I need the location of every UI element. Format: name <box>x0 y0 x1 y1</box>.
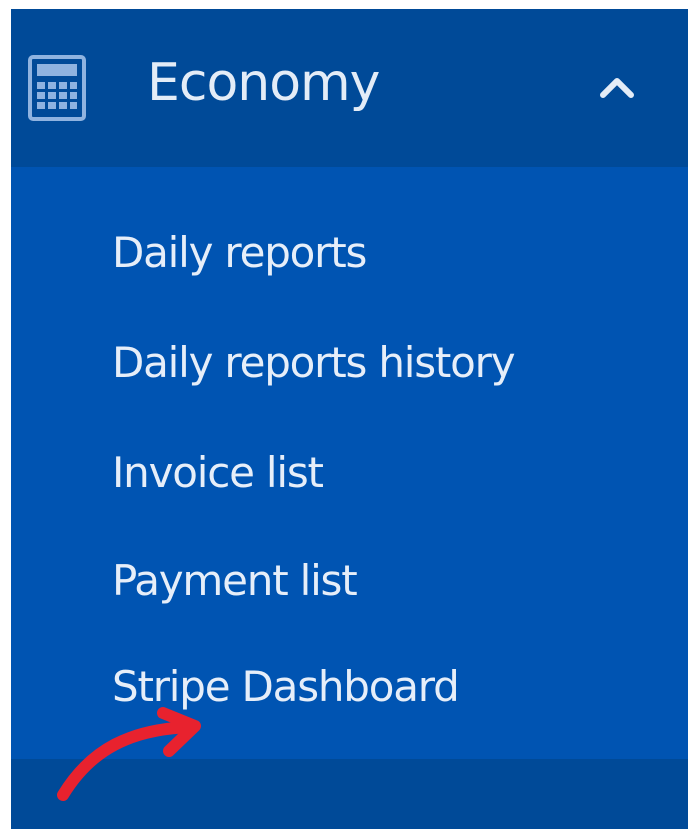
calculator-icon <box>28 55 86 121</box>
submenu-item-payment-list[interactable]: Payment list <box>112 551 358 611</box>
sidebar-menu: Economy Daily reports Daily reports hist… <box>11 9 688 829</box>
submenu-item-daily-reports-history[interactable]: Daily reports history <box>112 333 516 393</box>
economy-submenu: Daily reports Daily reports history Invo… <box>11 167 688 759</box>
economy-section-label: Economy <box>147 53 380 113</box>
curved-arrow-icon <box>57 707 201 801</box>
submenu-item-daily-reports[interactable]: Daily reports <box>112 223 367 283</box>
economy-section-header[interactable]: Economy <box>11 9 688 167</box>
chevron-up-icon[interactable] <box>595 69 639 105</box>
submenu-item-invoice-list[interactable]: Invoice list <box>112 443 324 503</box>
